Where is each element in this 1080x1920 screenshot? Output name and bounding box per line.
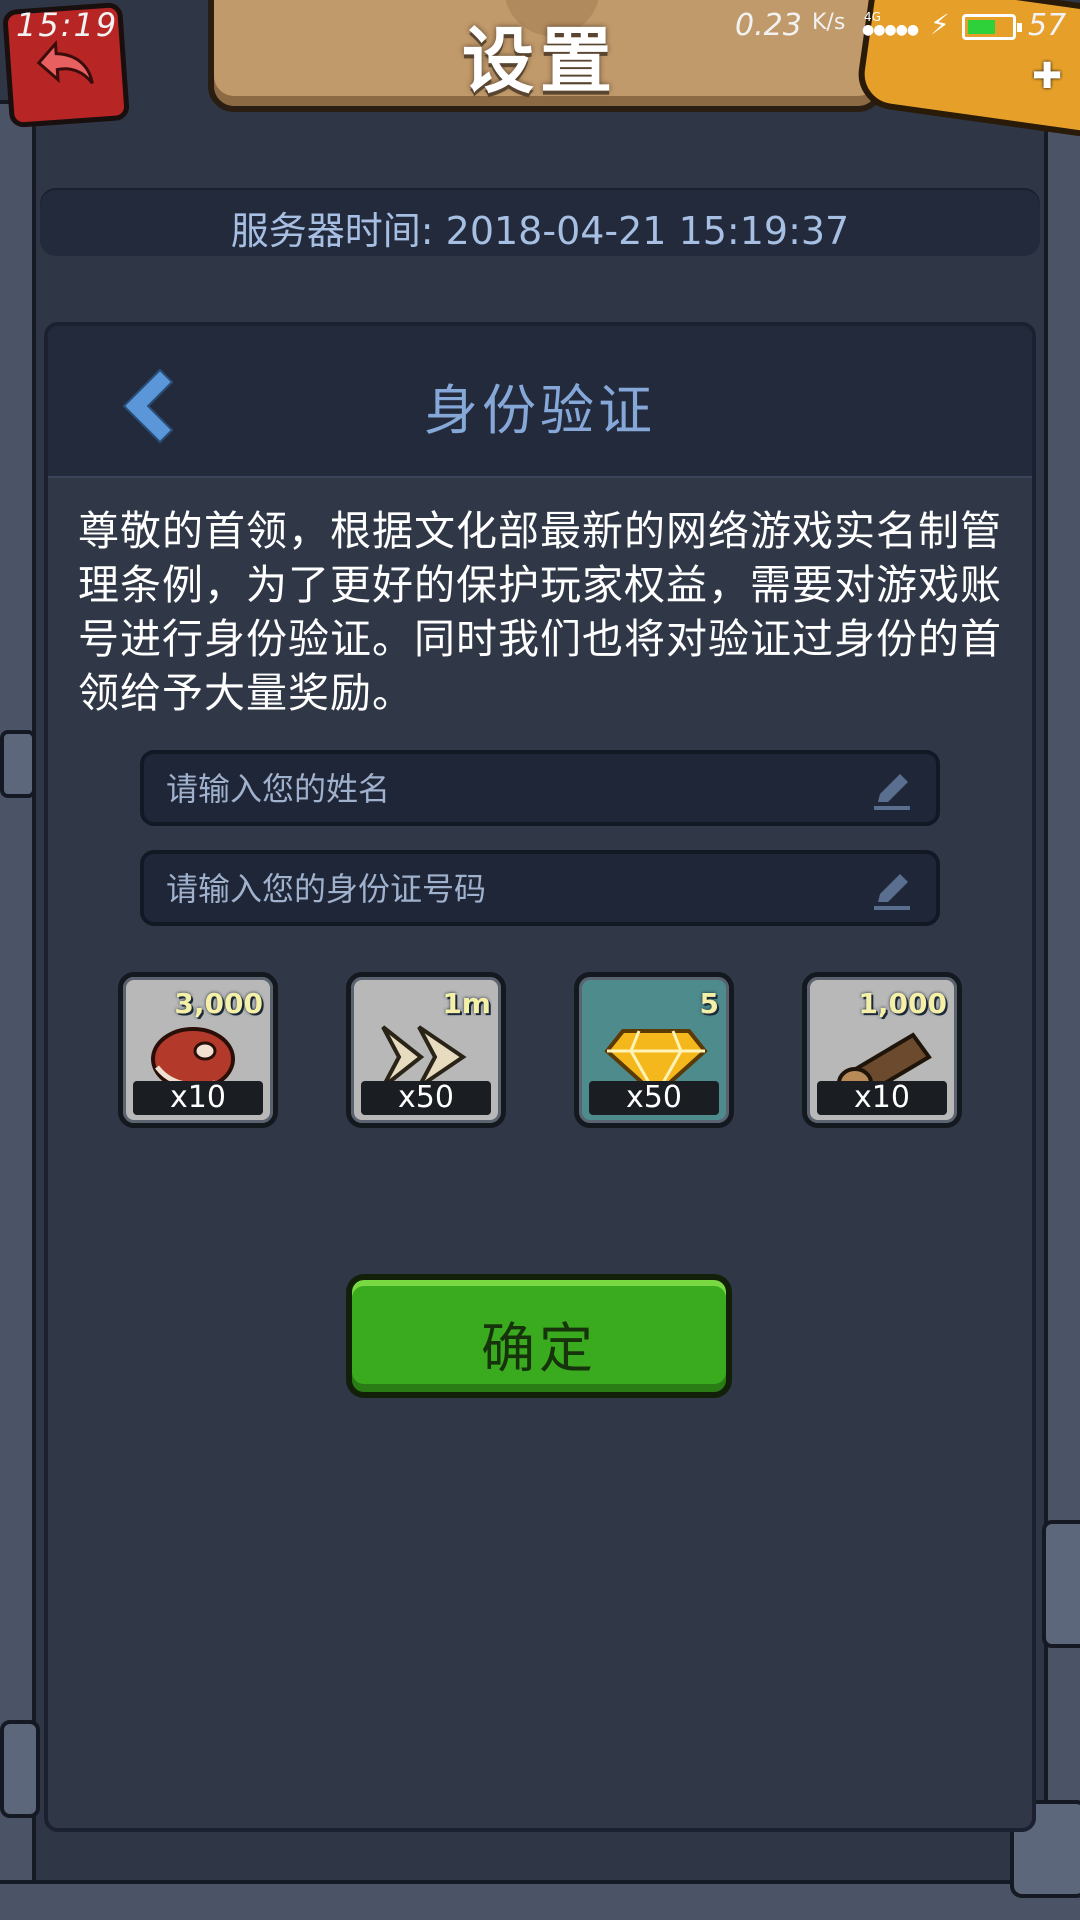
stone-frame-left [0,100,36,1920]
decorative-rock [1042,1520,1080,1648]
reward-item-wood: 1,000 x10 [802,972,962,1128]
reward-count-bar: x50 [589,1081,719,1115]
decorative-rock [0,1720,40,1818]
network-speed: 0.23 [735,8,802,43]
name-input-row[interactable] [140,750,940,826]
reward-amount: 5 [699,987,719,1020]
reward-item-meat: 3,000 x10 [118,972,278,1128]
reward-count: x10 [854,1080,910,1115]
pencil-icon [874,874,910,910]
panel-title: 身份验证 [424,379,656,442]
name-input[interactable] [164,754,848,824]
settings-screen: 15:19 0.23 K/s 4G ●●●●● ⚡ 57 设置 ✚ 服务器时间:… [0,0,1080,1920]
decorative-rock [0,730,36,798]
reward-amount: 1m [442,987,491,1020]
id-number-input-row[interactable] [140,850,940,926]
reward-amount: 1,000 [858,987,947,1020]
reward-count: x50 [626,1080,682,1115]
server-time-bar: 服务器时间: 2018-04-21 15:19:37 [40,188,1040,256]
battery-fill [968,20,996,34]
reward-count-bar: x10 [133,1081,263,1115]
reward-count-bar: x10 [817,1081,947,1115]
signal-dots: ●●●●● [862,22,919,38]
panel-header: 身份验证 [48,326,1032,478]
id-number-input[interactable] [164,854,848,924]
verification-description: 尊敬的首领，根据文化部最新的网络游戏实名制管理条例，为了更好的保护玩家权益，需要… [78,507,1002,717]
reward-amount: 3,000 [174,987,263,1020]
battery-level: 57 [1028,8,1067,43]
reward-count: x10 [170,1080,226,1115]
pencil-icon [874,774,910,810]
stone-frame-bottom [0,1880,1080,1920]
reward-item-speedup: 1m x50 [346,972,506,1128]
signal-icon: 4G ●●●●● [862,10,919,38]
reward-count: x50 [398,1080,454,1115]
system-status-bar: 15:19 0.23 K/s 4G ●●●●● ⚡ 57 [0,0,1080,56]
status-time: 15:19 [16,6,119,44]
charging-icon: ⚡ [930,8,950,41]
confirm-label: 确定 [481,1317,597,1380]
server-time: 服务器时间: 2018-04-21 15:19:37 [230,209,850,253]
plus-icon[interactable]: ✚ [1032,56,1062,97]
reward-count-bar: x50 [361,1081,491,1115]
reward-item-gem: 5 x50 [574,972,734,1128]
network-speed-unit: K/s [812,10,846,35]
confirm-button[interactable]: 确定 [346,1274,732,1398]
battery-icon [962,14,1022,40]
